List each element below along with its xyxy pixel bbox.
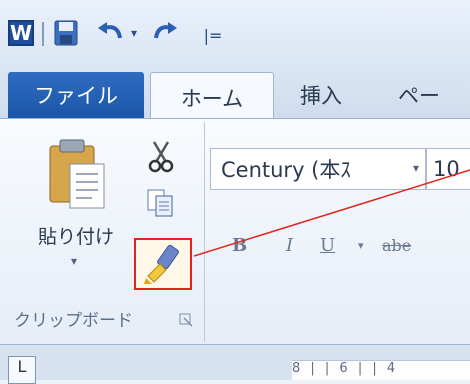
undo-dropdown-arrow[interactable]: ▾	[128, 26, 140, 40]
paste-button-label[interactable]: 貼り付け	[18, 222, 134, 249]
format-painter-icon[interactable]	[140, 242, 186, 286]
undo-icon[interactable]	[96, 20, 126, 46]
italic-button[interactable]: I	[286, 230, 293, 260]
chevron-down-icon[interactable]: ▾	[413, 161, 419, 175]
horizontal-ruler[interactable]: 8 | | 6 | | 4	[292, 360, 470, 380]
scissors-icon[interactable]	[148, 140, 174, 174]
strikethrough-button[interactable]: abe	[382, 230, 411, 260]
separator	[42, 22, 44, 46]
redo-icon[interactable]	[150, 20, 178, 46]
underline-dropdown-arrow[interactable]: ▾	[358, 230, 364, 260]
paste-dropdown-arrow[interactable]: ▾	[66, 254, 82, 270]
word-app-icon[interactable]: W	[8, 20, 34, 46]
customize-quick-access-button[interactable]: |=	[200, 24, 226, 46]
clipboard-group-label: クリップボード	[14, 311, 133, 331]
copy-icon[interactable]	[146, 188, 176, 218]
tab-insert[interactable]: 挿入	[300, 72, 342, 118]
tab-stop-selector[interactable]: L	[8, 356, 36, 384]
dialog-launcher-icon[interactable]	[178, 312, 194, 328]
font-name-value: Century (本ｽ	[221, 158, 351, 182]
tab-file[interactable]: ファイル	[8, 72, 144, 118]
save-icon[interactable]	[54, 20, 78, 46]
tab-page-layout[interactable]: ペー	[398, 72, 440, 118]
underline-button[interactable]: U	[320, 230, 335, 260]
font-name-combobox[interactable]: Century (本ｽ ▾	[210, 148, 426, 190]
paste-icon[interactable]	[46, 138, 108, 210]
bold-button[interactable]: B	[232, 230, 247, 260]
font-size-combobox[interactable]: 10	[426, 148, 470, 190]
tab-home[interactable]: ホーム	[150, 72, 274, 122]
